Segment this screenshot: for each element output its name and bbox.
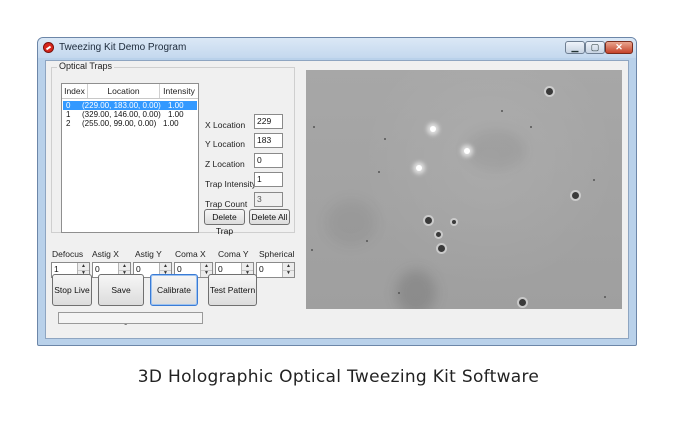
astig-y-value: 0 (136, 264, 141, 274)
particle (438, 245, 445, 252)
optical-traps-group: Optical Traps Index Location Intensity 0… (51, 61, 295, 236)
y-location-label: Y Location (205, 139, 246, 149)
trap-index: 1 (66, 110, 71, 119)
trap-intensity: 1.00 (168, 101, 184, 110)
app-logo-icon (43, 42, 54, 53)
spherical-stepper[interactable]: 0 ▲ ▼ (256, 262, 295, 278)
debris (604, 296, 606, 298)
z-location-field[interactable]: 0 (254, 153, 283, 168)
y-location-field[interactable]: 183 (254, 133, 283, 148)
debris (398, 292, 400, 294)
trap-location: (229.00, 183.00, 0.00) (82, 101, 161, 110)
column-header-intensity[interactable]: Intensity (160, 84, 198, 98)
figure-caption: 3D Holographic Optical Tweezing Kit Soft… (137, 367, 540, 387)
coma-y-value: 0 (218, 264, 223, 274)
test-pattern-button[interactable]: Test Pattern (208, 274, 257, 306)
defocus-value: 1 (54, 264, 59, 274)
trap-list-header: Index Location Intensity (62, 84, 198, 99)
particle (436, 232, 441, 237)
window-title: Tweezing Kit Demo Program (59, 42, 187, 53)
debris (501, 110, 503, 112)
trap-row[interactable]: 0 (229.00, 183.00, 0.00) 1.00 (63, 101, 197, 110)
x-location-label: X Location (205, 120, 246, 130)
defocus-label: Defocus (52, 249, 84, 259)
maximize-icon: ▢ (590, 42, 600, 52)
optical-traps-label: Optical Traps (57, 61, 115, 71)
camera-artifact (466, 130, 526, 170)
debris (593, 179, 595, 181)
particle (519, 299, 526, 306)
camera-artifact (326, 200, 376, 245)
status-bar (58, 312, 203, 324)
down-arrow-icon[interactable]: ▼ (283, 270, 294, 277)
particle (452, 220, 456, 224)
spherical-label: Spherical (259, 249, 295, 259)
coma-y-label: Coma Y (218, 249, 249, 259)
optical-trap-spot (464, 148, 470, 154)
debris (313, 126, 315, 128)
coma-x-value: 0 (177, 264, 182, 274)
spherical-value: 0 (259, 264, 264, 274)
trap-count-label: Trap Count (205, 199, 248, 209)
debris (366, 240, 368, 242)
optical-trap-spot (430, 126, 436, 132)
live-camera-view[interactable] (306, 70, 622, 309)
close-icon: ✕ (615, 42, 623, 52)
astig-x-label: Astig X (92, 249, 119, 259)
trap-index: 2 (66, 119, 71, 128)
astig-y-label: Astig Y (135, 249, 162, 259)
x-location-field[interactable]: 229 (254, 114, 283, 129)
trap-row[interactable]: 1 (329.00, 146.00, 0.00) 1.00 (63, 110, 197, 119)
trap-intensity-field[interactable]: 1 (254, 172, 283, 187)
trap-intensity: 1.00 (163, 119, 179, 128)
minimize-icon: ▁ (571, 42, 579, 52)
app-window: Tweezing Kit Demo Program ▁ ▢ ✕ Optical … (37, 37, 637, 346)
delete-trap-button[interactable]: Delete Trap (204, 209, 245, 236)
debris (311, 249, 313, 251)
particle (572, 192, 579, 199)
minimize-button[interactable]: ▁ (565, 41, 585, 54)
stepper-arrows: ▲ ▼ (282, 263, 294, 277)
close-button[interactable]: ✕ (605, 41, 633, 54)
astig-x-value: 0 (95, 264, 100, 274)
trap-location: (329.00, 146.00, 0.00) (82, 110, 161, 119)
debris (530, 126, 532, 128)
trap-location: (255.00, 99.00, 0.00) (82, 119, 157, 128)
column-header-location[interactable]: Location (88, 84, 160, 98)
z-location-label: Z Location (205, 159, 245, 169)
trap-intensity: 1.00 (168, 110, 184, 119)
coma-x-label: Coma X (175, 249, 206, 259)
camera-artifact (396, 270, 436, 309)
client-area: Optical Traps Index Location Intensity 0… (45, 60, 629, 339)
trap-intensity-label: Trap Intensity (205, 179, 257, 189)
trap-index: 0 (66, 101, 71, 110)
title-bar[interactable]: Tweezing Kit Demo Program ▁ ▢ ✕ (38, 38, 636, 58)
particle (425, 217, 432, 224)
calibrate-button[interactable]: Calibrate (150, 274, 198, 306)
save-image-button[interactable]: Save Image (98, 274, 144, 325)
debris (384, 138, 386, 140)
trap-count-field: 3 (254, 192, 283, 207)
debris (378, 171, 380, 173)
stop-live-button[interactable]: Stop Live (52, 274, 92, 306)
trap-list[interactable]: Index Location Intensity 0 (229.00, 183.… (61, 83, 199, 233)
maximize-button[interactable]: ▢ (585, 41, 605, 54)
particle (546, 88, 553, 95)
delete-all-button[interactable]: Delete All (249, 209, 290, 225)
trap-row[interactable]: 2 (255.00, 99.00, 0.00) 1.00 (63, 119, 197, 128)
optical-trap-spot (416, 165, 422, 171)
column-header-index[interactable]: Index (62, 84, 88, 98)
